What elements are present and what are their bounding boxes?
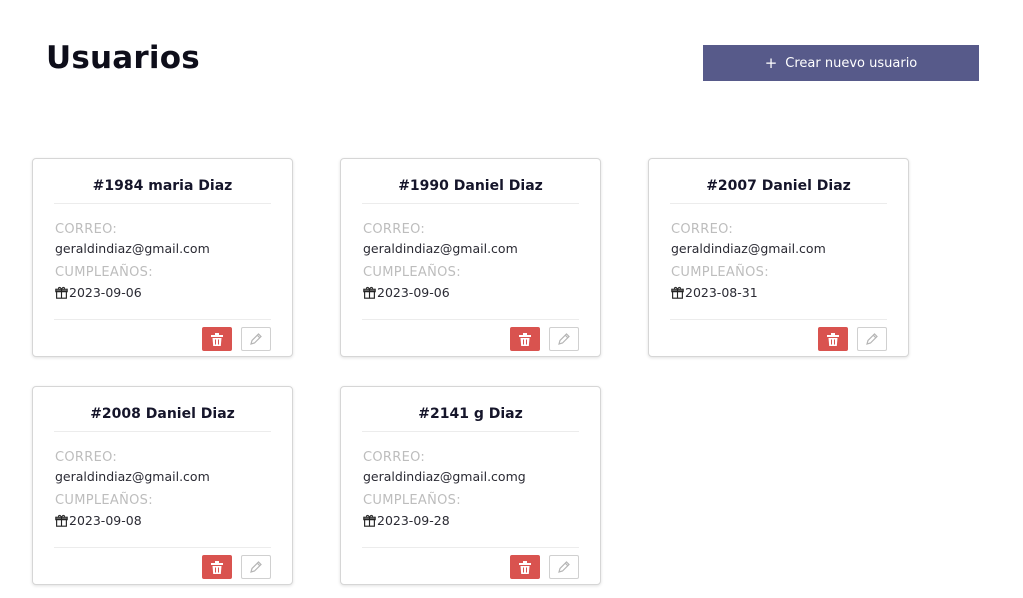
edit-user-button[interactable] [549,555,579,579]
pencil-icon [866,333,878,345]
birthday-value: 2023-09-08 [69,513,142,528]
email-value: geraldindiaz@gmail.com [363,241,518,256]
card-divider [54,547,271,548]
delete-user-button[interactable] [510,327,540,351]
birthday-row: 2023-09-06 [55,285,142,300]
pencil-icon [558,561,570,573]
user-card: #1984 maria Diaz CORREO: geraldindiaz@gm… [32,158,293,357]
plus-icon: + [764,53,778,72]
birthday-value: 2023-09-06 [69,285,142,300]
pencil-icon [250,333,262,345]
card-divider [362,319,579,320]
create-user-button[interactable]: + Crear nuevo usuario [703,45,979,81]
gift-icon [671,286,684,299]
user-card-title: #2141 g Diaz [362,406,579,432]
delete-user-button[interactable] [202,327,232,351]
delete-user-button[interactable] [510,555,540,579]
user-card-title: #2007 Daniel Diaz [670,178,887,204]
user-card: #2008 Daniel Diaz CORREO: geraldindiaz@g… [32,386,293,585]
gift-icon [55,286,68,299]
trash-icon [519,560,531,574]
birthday-label: CUMPLEAÑOS: [671,265,769,280]
email-label: CORREO: [363,222,426,237]
birthday-row: 2023-09-08 [55,513,142,528]
trash-icon [211,560,223,574]
user-card-title: #1990 Daniel Diaz [362,178,579,204]
birthday-label: CUMPLEAÑOS: [55,265,153,280]
user-card: #1990 Daniel Diaz CORREO: geraldindiaz@g… [340,158,601,357]
card-divider [54,319,271,320]
user-card: #2007 Daniel Diaz CORREO: geraldindiaz@g… [648,158,909,357]
email-value: geraldindiaz@gmail.comg [363,469,526,484]
birthday-row: 2023-08-31 [671,285,758,300]
create-user-label: Crear nuevo usuario [785,55,918,71]
birthday-value: 2023-08-31 [685,285,758,300]
birthday-value: 2023-09-06 [377,285,450,300]
birthday-label: CUMPLEAÑOS: [55,493,153,508]
edit-user-button[interactable] [857,327,887,351]
edit-user-button[interactable] [549,327,579,351]
email-value: geraldindiaz@gmail.com [55,469,210,484]
gift-icon [55,514,68,527]
user-card-title: #2008 Daniel Diaz [54,406,271,432]
trash-icon [519,332,531,346]
email-label: CORREO: [363,450,426,465]
delete-user-button[interactable] [202,555,232,579]
user-card-title: #1984 maria Diaz [54,178,271,204]
card-divider [362,547,579,548]
edit-user-button[interactable] [241,327,271,351]
pencil-icon [250,561,262,573]
birthday-value: 2023-09-28 [377,513,450,528]
birthday-row: 2023-09-06 [363,285,450,300]
page-title: Usuarios [46,40,200,76]
gift-icon [363,286,376,299]
email-value: geraldindiaz@gmail.com [55,241,210,256]
trash-icon [211,332,223,346]
email-label: CORREO: [55,450,118,465]
delete-user-button[interactable] [818,327,848,351]
email-label: CORREO: [671,222,734,237]
email-label: CORREO: [55,222,118,237]
edit-user-button[interactable] [241,555,271,579]
email-value: geraldindiaz@gmail.com [671,241,826,256]
trash-icon [827,332,839,346]
card-divider [670,319,887,320]
gift-icon [363,514,376,527]
pencil-icon [558,333,570,345]
user-card: #2141 g Diaz CORREO: geraldindiaz@gmail.… [340,386,601,585]
birthday-label: CUMPLEAÑOS: [363,265,461,280]
users-page: Usuarios + Crear nuevo usuario #1984 mar… [0,0,1023,598]
birthday-row: 2023-09-28 [363,513,450,528]
birthday-label: CUMPLEAÑOS: [363,493,461,508]
